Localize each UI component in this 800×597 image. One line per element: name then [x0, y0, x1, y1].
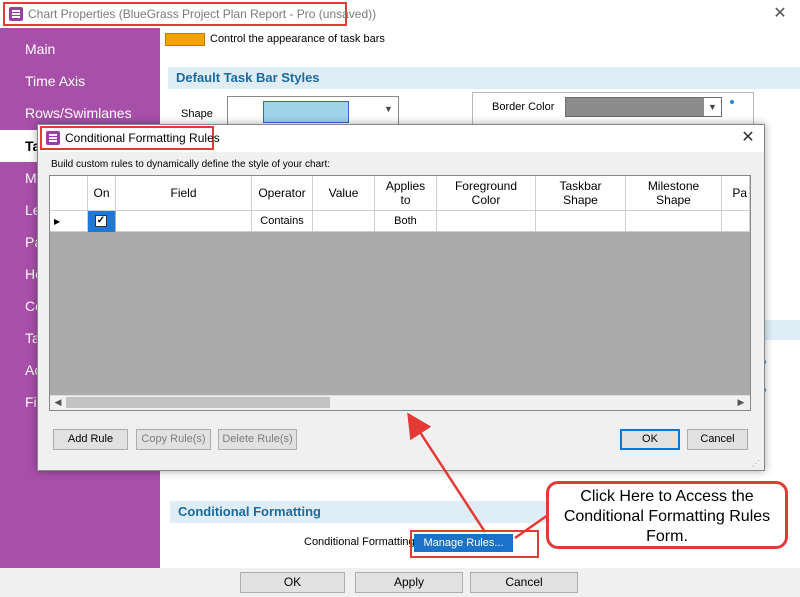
outer-window-title: Chart Properties (BlueGrass Project Plan… — [28, 7, 377, 21]
outer-close-icon[interactable]: ✕ — [770, 4, 790, 24]
milestone-shape-cell[interactable] — [626, 211, 722, 232]
add-rule-button[interactable]: Add Rule — [53, 429, 128, 450]
cancel-button[interactable]: Cancel — [470, 572, 578, 593]
apply-button[interactable]: Apply — [355, 572, 463, 593]
border-color-dropdown[interactable] — [565, 97, 722, 117]
indicator-dot-icon — [730, 100, 734, 104]
section-strip — [763, 320, 800, 340]
scroll-right-icon[interactable]: ▶ — [735, 396, 747, 409]
field-cell[interactable] — [116, 211, 252, 232]
outer-title-highlight: Chart Properties (BlueGrass Project Plan… — [3, 2, 376, 26]
value-cell[interactable] — [313, 211, 375, 232]
copy-rule-button[interactable]: Copy Rule(s) — [136, 429, 211, 450]
shape-swatch — [263, 101, 349, 123]
ok-button[interactable]: OK — [240, 572, 345, 593]
taskbar-description: Control the appearance of task bars — [210, 33, 385, 45]
app-icon — [9, 7, 23, 21]
foreground-color-cell[interactable] — [437, 211, 536, 232]
scrollbar-thumb[interactable] — [66, 397, 330, 408]
column-header-field[interactable]: Field — [116, 176, 252, 211]
dialog-ok-button[interactable]: OK — [620, 429, 680, 450]
dialog-title: Conditional Formatting Rules — [65, 131, 220, 145]
on-checkbox[interactable]: ✓ — [95, 215, 107, 227]
column-header-taskbar-shape[interactable]: Taskbar Shape — [536, 176, 626, 211]
callout-box: Click Here to Access the Conditional For… — [546, 481, 788, 549]
delete-rule-button[interactable]: Delete Rule(s) — [218, 429, 297, 450]
pa-cell[interactable] — [722, 211, 750, 232]
dialog-app-icon — [46, 131, 60, 145]
section-default-task-bar-styles: Default Task Bar Styles — [168, 67, 800, 89]
shape-label: Shape — [181, 108, 213, 120]
chevron-down-icon[interactable]: ▼ — [703, 98, 721, 116]
column-header-applies-to[interactable]: Applies to — [375, 176, 437, 211]
dialog-cancel-button[interactable]: Cancel — [687, 429, 748, 450]
sidebar-item-main[interactable]: Main — [0, 33, 160, 65]
row-indicator-icon[interactable]: ▶ — [50, 211, 88, 232]
applies-to-cell[interactable]: Both — [375, 211, 437, 232]
row-header-corner — [50, 176, 88, 211]
dialog-description: Build custom rules to dynamically define… — [51, 159, 331, 170]
chevron-down-icon[interactable]: ▼ — [384, 104, 393, 114]
conditional-formatting-label: Conditional Formatting — [304, 536, 415, 548]
dialog-close-icon[interactable]: ✕ — [738, 128, 758, 148]
column-header-operator[interactable]: Operator — [252, 176, 313, 211]
column-header-milestone-shape[interactable]: Milestone Shape — [626, 176, 722, 211]
dialog-title-highlight: Conditional Formatting Rules — [40, 126, 220, 150]
column-header-on[interactable]: On — [88, 176, 116, 211]
taskbar-color-swatch — [165, 33, 205, 46]
sidebar-item-time-axis[interactable]: Time Axis — [0, 65, 160, 97]
taskbar-shape-cell[interactable] — [536, 211, 626, 232]
border-color-label: Border Color — [492, 101, 555, 113]
manage-rules-button[interactable]: Manage Rules... — [414, 534, 513, 552]
column-header-value[interactable]: Value — [313, 176, 375, 211]
column-header-foreground-color[interactable]: Foreground Color — [437, 176, 536, 211]
resize-grip-icon[interactable]: ⋰ — [752, 459, 762, 469]
operator-cell[interactable]: Contains — [252, 211, 313, 232]
column-header-pa[interactable]: Pa — [722, 176, 750, 211]
scroll-left-icon[interactable]: ◀ — [52, 396, 64, 409]
